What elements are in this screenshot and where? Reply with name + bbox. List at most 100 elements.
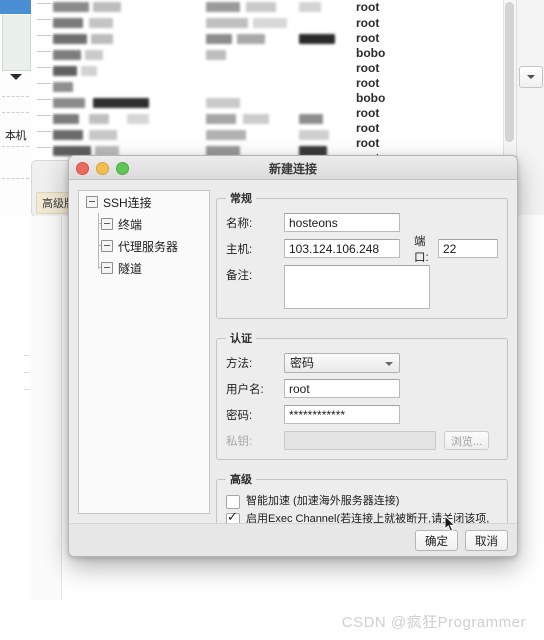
redacted-text	[53, 130, 83, 140]
privatekey-input	[284, 431, 436, 450]
list-item: bobo	[356, 91, 386, 105]
smart-accel-row[interactable]: 智能加速 (加速海外服务器连接)	[226, 494, 498, 509]
general-group-legend: 常规	[230, 193, 252, 205]
name-label: 名称:	[226, 217, 253, 230]
table-row	[31, 64, 503, 79]
table-row	[31, 32, 503, 47]
advanced-group-legend: 高级	[230, 474, 252, 486]
gutter-tick	[24, 389, 30, 390]
redacted-text	[81, 66, 97, 76]
chevron-down-icon[interactable]	[10, 74, 22, 80]
rail-divider	[2, 96, 29, 98]
tree-stub	[37, 35, 51, 37]
host-input[interactable]	[284, 239, 400, 258]
tree-item-label: 代理服务器	[118, 239, 179, 254]
host-label: 主机:	[226, 243, 253, 256]
table-row	[31, 0, 503, 15]
tree-item-label: 终端	[118, 217, 143, 232]
redacted-text	[253, 18, 287, 28]
rail-selected-item[interactable]	[0, 0, 31, 14]
redacted-text	[299, 130, 329, 140]
collapse-icon[interactable]	[101, 240, 113, 252]
table-row	[31, 112, 503, 127]
list-item: root	[356, 76, 380, 90]
redacted-text	[299, 114, 323, 124]
tree-stub	[37, 99, 51, 101]
port-input[interactable]	[438, 239, 498, 258]
redacted-text	[299, 2, 321, 12]
table-row	[31, 16, 503, 31]
redacted-text	[237, 34, 265, 44]
collapse-icon[interactable]	[86, 196, 98, 208]
redacted-text	[206, 2, 240, 12]
vertical-scrollbar-thumb[interactable]	[505, 2, 514, 142]
redacted-text	[206, 130, 246, 140]
redacted-text	[53, 34, 87, 44]
tree-stub	[37, 131, 51, 133]
background-dropdown-button[interactable]	[519, 66, 543, 88]
redacted-text	[93, 98, 149, 108]
smart-accel-checkbox[interactable]	[226, 495, 240, 509]
note-textarea[interactable]	[284, 265, 430, 309]
redacted-text	[53, 18, 83, 28]
redacted-text	[53, 50, 81, 60]
redacted-text	[89, 130, 117, 140]
list-item: root	[356, 106, 380, 120]
tree-stub	[37, 19, 51, 21]
list-item: root	[356, 16, 380, 30]
note-label: 备注:	[226, 270, 253, 282]
dialog-actions: 确定 取消	[415, 530, 508, 551]
redacted-text	[206, 98, 240, 108]
tree-stub	[37, 51, 51, 53]
method-selected-value: 密码	[290, 355, 315, 370]
tree-stub	[37, 3, 51, 5]
ok-button[interactable]: 确定	[415, 530, 458, 551]
browse-button: 浏览...	[444, 431, 490, 450]
privatekey-row: 私钥: 浏览...	[226, 431, 498, 450]
list-item: bobo	[356, 46, 386, 60]
list-item: root	[356, 136, 380, 150]
tree-item-ssh-connection[interactable]: SSH连接	[79, 191, 209, 213]
name-input[interactable]	[284, 213, 400, 232]
auth-group-legend: 认证	[230, 333, 252, 345]
tree-stub	[37, 115, 51, 117]
rail-divider	[2, 146, 29, 148]
settings-category-tree: SSH连接 终端 代理服务器 隧道	[78, 190, 210, 514]
tree-item-terminal[interactable]: 终端	[79, 213, 209, 235]
smart-accel-label: 智能加速 (加速海外服务器连接)	[246, 495, 400, 507]
password-input[interactable]	[284, 405, 400, 424]
background-left-gutter	[31, 216, 62, 600]
username-row: 用户名:	[226, 379, 498, 398]
collapse-icon[interactable]	[101, 218, 113, 230]
tree-stub	[37, 83, 51, 85]
redacted-text	[206, 34, 232, 44]
username-input[interactable]	[284, 379, 400, 398]
redacted-text	[53, 98, 85, 108]
dialog-titlebar[interactable]: 新建连接	[69, 156, 517, 180]
collapse-icon[interactable]	[101, 262, 113, 274]
rail-local-label: 本机	[5, 130, 27, 142]
rail-divider	[2, 178, 29, 180]
redacted-text	[53, 114, 79, 124]
settings-pane: 常规 名称: 主机: 端口: 备注: 认证	[216, 190, 508, 556]
redacted-text	[53, 82, 73, 92]
redacted-text	[243, 114, 269, 124]
redacted-text	[206, 18, 248, 28]
password-row: 密码:	[226, 405, 498, 424]
redacted-text	[127, 114, 149, 124]
tree-item-proxy-server[interactable]: 代理服务器	[79, 235, 209, 257]
method-select[interactable]: 密码	[284, 352, 400, 373]
list-item: root	[356, 31, 380, 45]
tree-stub	[37, 67, 51, 69]
list-item: root	[356, 121, 380, 135]
host-row: 主机: 端口:	[226, 236, 498, 264]
gutter-tick	[24, 355, 30, 356]
port-label: 端口:	[414, 235, 429, 264]
redacted-text	[89, 114, 109, 124]
cancel-button[interactable]: 取消	[465, 530, 508, 551]
tree-stub	[37, 147, 51, 149]
mouse-cursor-icon	[444, 515, 456, 532]
redacted-text	[89, 18, 113, 28]
tree-item-tunnel[interactable]: 隧道	[79, 257, 209, 279]
auth-group: 认证 方法: 密码 用户名: 密码: 私钥:	[216, 330, 508, 460]
